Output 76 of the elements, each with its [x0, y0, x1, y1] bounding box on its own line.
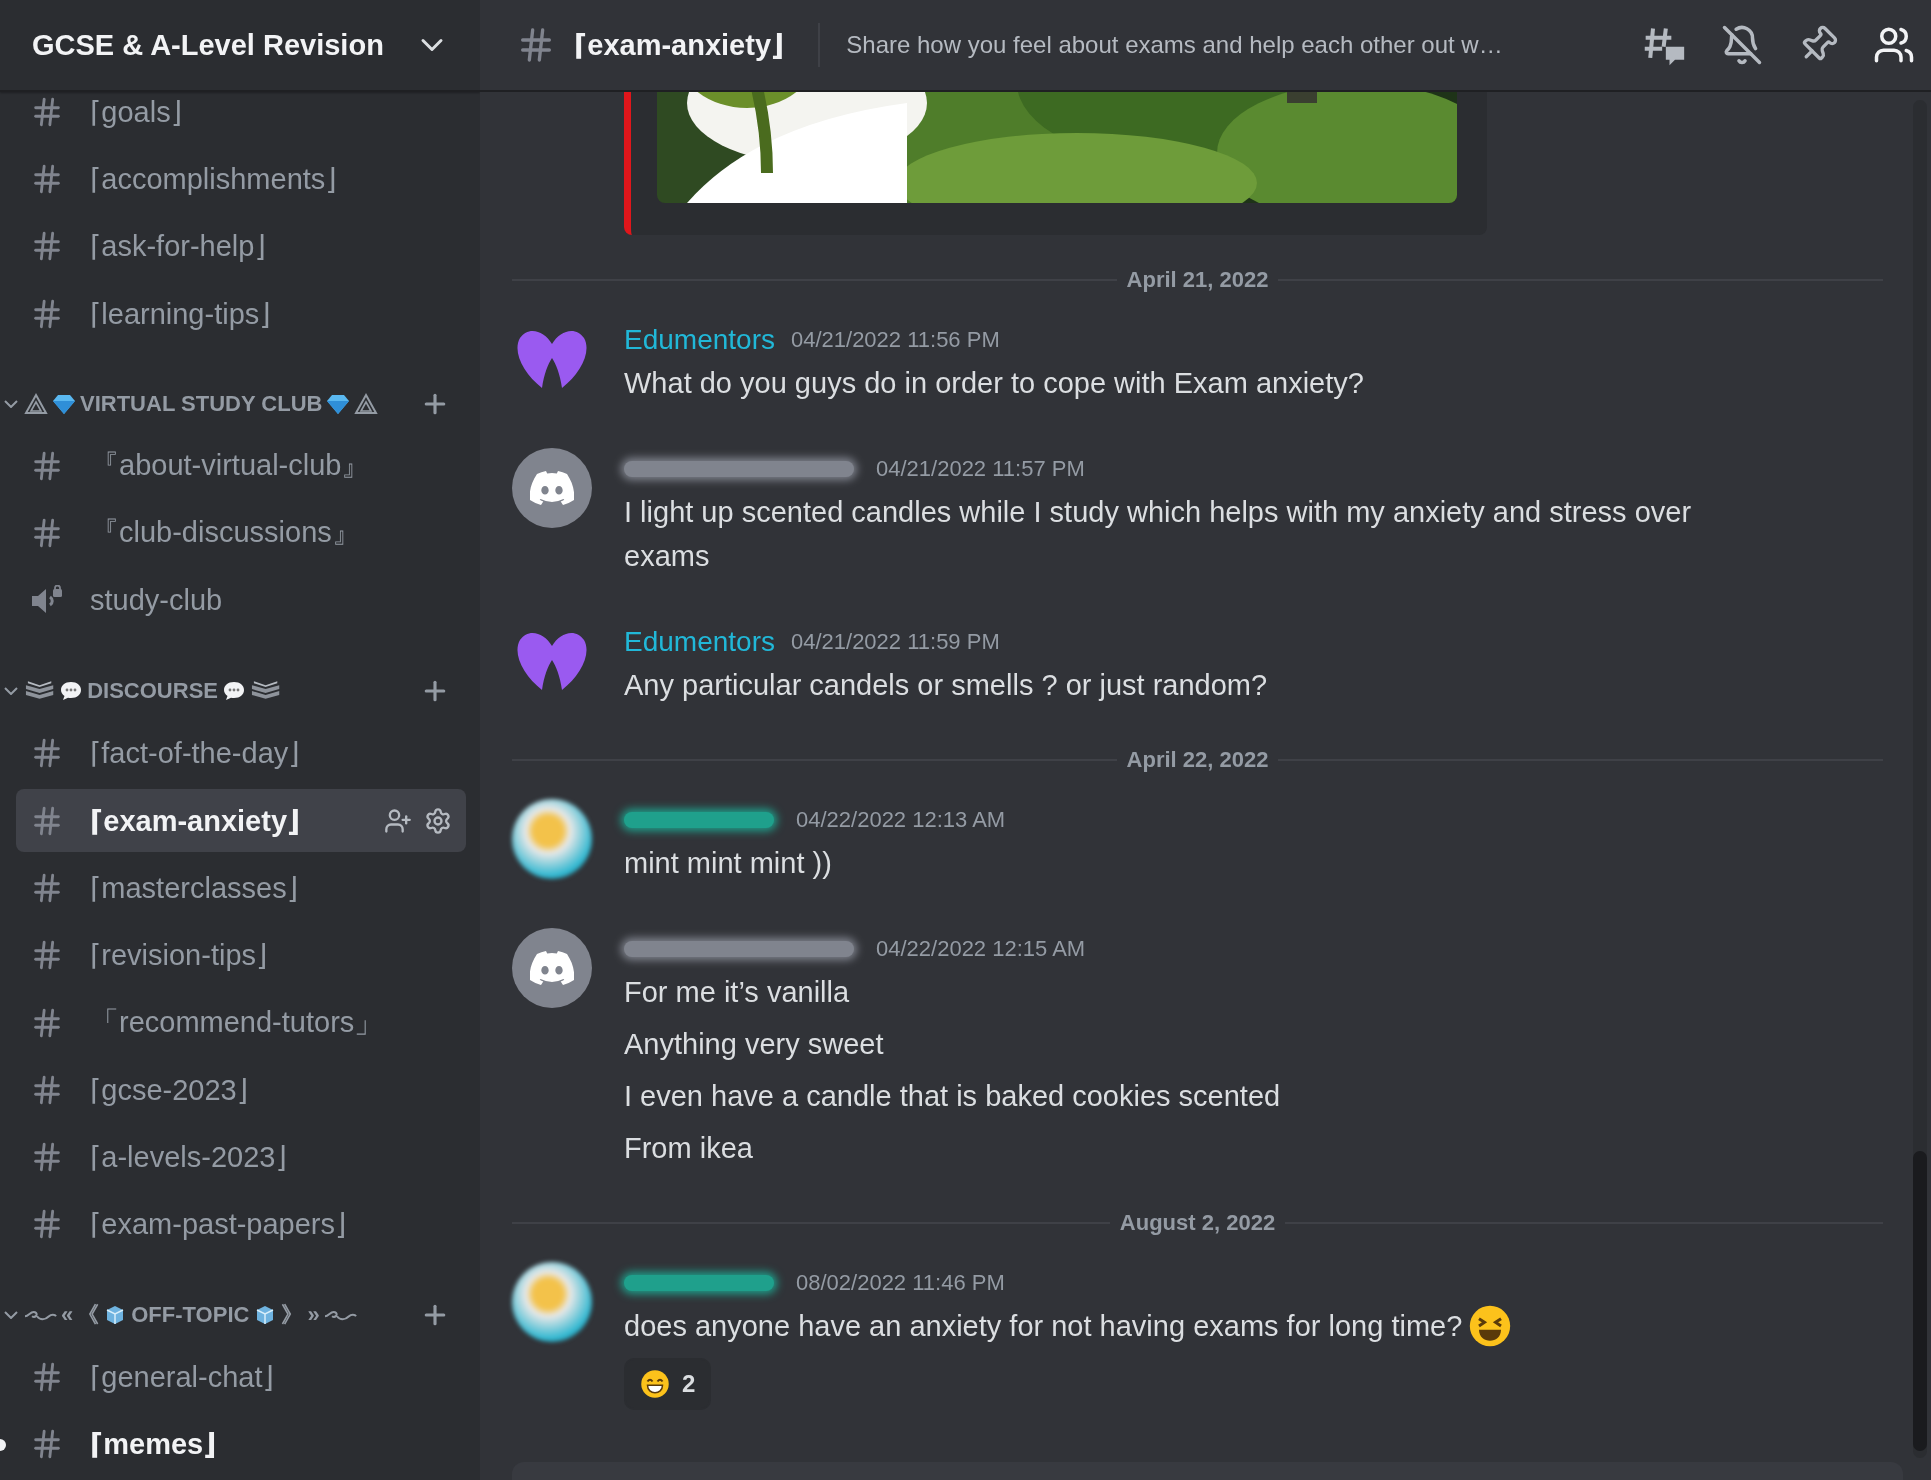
channel-item[interactable]: ⌈masterclasses⌋	[16, 856, 466, 920]
channel-item[interactable]: 『about-virtual-club』	[16, 434, 466, 498]
channel-item[interactable]: ⌈exam-past-papers⌋	[16, 1192, 466, 1257]
date-divider: August 2, 2022	[1118, 1210, 1277, 1236]
timestamp: 04/22/2022 12:15 AM	[876, 936, 1086, 962]
scrollbar-thumb[interactable]	[1913, 1151, 1927, 1451]
triangle-icon	[24, 391, 48, 416]
channel-item[interactable]: ⌈gcse-2023⌋	[16, 1058, 466, 1122]
channel-item[interactable]: ⌈general-chat⌋	[16, 1345, 466, 1409]
channel-title: ⌈exam-anxiety⌋	[574, 28, 785, 62]
channel-name: ⌈fact-of-the-day⌋	[90, 736, 300, 771]
date-divider: April 21, 2022	[1125, 267, 1270, 293]
channel-name: ⌈memes⌋	[90, 1427, 217, 1462]
channel-name: ⌈accomplishments⌋	[90, 161, 337, 196]
laughing-face-icon	[1468, 1304, 1513, 1348]
channel-name: ⌈exam-anxiety⌋	[90, 803, 301, 838]
message-text: I light up scented candles while I study which helps with my anxiety and stress over exams	[624, 495, 1693, 574]
timestamp: 08/02/2022 11:46 PM	[796, 1270, 1005, 1296]
message-text: does anyone have an anxiety for not having exams for long time?	[624, 1309, 1463, 1344]
message-text: What do you guys do in order to cope with Exam anxiety?	[624, 366, 1364, 401]
channel-name: ⌈goals⌋	[90, 94, 182, 129]
timestamp: 04/21/2022 11:59 PM	[790, 629, 1000, 655]
settings-icon[interactable]	[424, 806, 452, 835]
swirl-icon	[24, 1308, 57, 1321]
channel-name: ⌈ask-for-help⌋	[90, 229, 266, 264]
category-label[interactable]: »	[307, 1301, 320, 1328]
muted-bell-icon[interactable]	[1721, 24, 1763, 66]
channel-name: ⌈masterclasses⌋	[90, 870, 298, 905]
channel-name: ⌈learning-tips⌋	[90, 296, 271, 331]
channel-name: ⌈gcse-2023⌋	[90, 1072, 249, 1107]
grinning-face-icon	[640, 1369, 670, 1399]
category-label[interactable]: 《	[77, 1299, 100, 1330]
message-text: Any particular candels or smells ? or just random?	[624, 668, 1268, 703]
channel-item[interactable]: ⌈memes⌋	[16, 1412, 466, 1476]
server-name: GCSE & A-Level Revision	[32, 28, 384, 62]
category-label[interactable]: 》	[281, 1299, 304, 1330]
swirl-icon	[323, 1308, 357, 1321]
invite-icon[interactable]	[384, 806, 412, 835]
channel-name: ⌈a-levels-2023⌋	[90, 1140, 287, 1175]
channel-item[interactable]: ⌈learning-tips⌋	[16, 281, 466, 346]
category-label[interactable]: OFF-TOPIC	[131, 1301, 250, 1328]
username[interactable]: Edumentors	[624, 324, 775, 356]
timestamp: 04/21/2022 11:56 PM	[790, 327, 1000, 353]
channel-name: ⌈exam-past-papers⌋	[90, 1207, 347, 1242]
avatar[interactable]	[512, 1262, 592, 1342]
message-text: From ikea	[624, 1131, 753, 1166]
channel-item[interactable]: 『club-discussions』	[16, 501, 466, 566]
category-label[interactable]: VIRTUAL STUDY CLUB	[80, 390, 323, 417]
message-text: mint mint mint ))	[624, 846, 832, 881]
channel-name: ⌈revision-tips⌋	[90, 938, 268, 973]
triangle-icon	[354, 391, 379, 416]
message-text: For me it’s vanilla	[624, 975, 850, 1010]
message-text: Anything very sweet	[624, 1027, 884, 1062]
timestamp: 04/21/2022 11:57 PM	[876, 456, 1085, 482]
channel-item[interactable]: ⌈accomplishments⌋	[16, 147, 466, 211]
channel-item[interactable]: ⌈ask-for-help⌋	[16, 214, 466, 278]
channel-item[interactable]: ⌈a-levels-2023⌋	[16, 1125, 466, 1189]
channel-topic[interactable]: Share how you feel about exams and help each other out w…	[846, 31, 1622, 59]
channel-item[interactable]: ⌈revision-tips⌋	[16, 923, 466, 987]
reaction-button[interactable]: 2	[624, 1358, 712, 1410]
category-label[interactable]: DISCOURSE	[87, 678, 218, 705]
channel-name: 「recommend-tutors」	[90, 1004, 384, 1040]
channel-item[interactable]: ⌈fact-of-the-day⌋	[16, 721, 466, 785]
category-label[interactable]: «	[61, 1301, 74, 1328]
channel-name: 『about-virtual-club』	[90, 448, 371, 484]
channel-name: study-club	[90, 584, 223, 618]
avatar[interactable]	[512, 799, 592, 879]
channel-item[interactable]: 「recommend-tutors」	[16, 990, 466, 1055]
channel-name: ⌈general-chat⌋	[90, 1360, 274, 1395]
channel-item[interactable]: ⌈exam-anxiety⌋	[16, 789, 466, 853]
timestamp: 04/22/2022 12:13 AM	[796, 807, 1006, 833]
channel-item[interactable]: study-club	[16, 569, 466, 633]
message-text: I even have a candle that is baked cookies scented	[624, 1079, 1281, 1114]
username[interactable]: Edumentors	[624, 626, 775, 658]
date-divider: April 22, 2022	[1125, 747, 1270, 773]
channel-name: 『club-discussions』	[90, 515, 361, 551]
